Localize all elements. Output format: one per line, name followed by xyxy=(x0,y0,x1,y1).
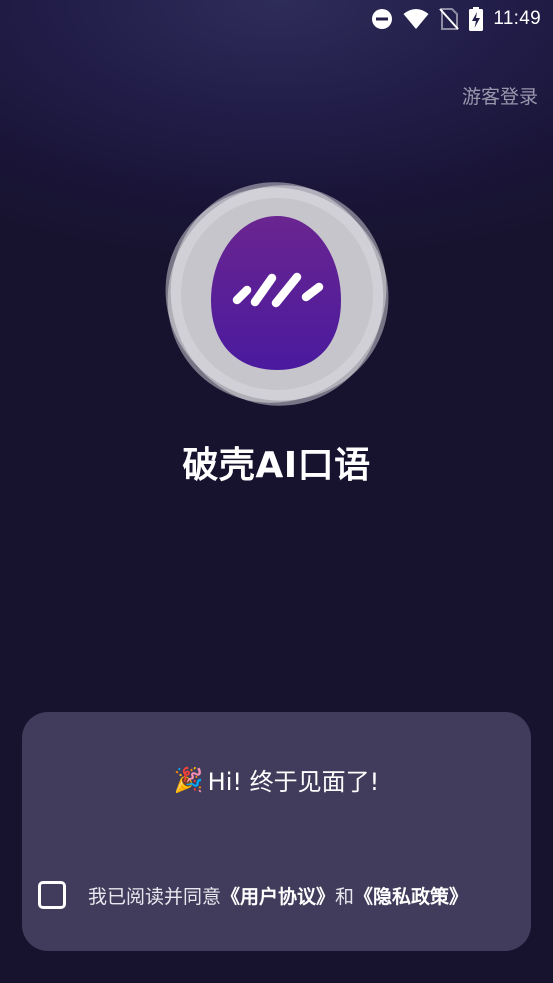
user-agreement-link[interactable]: 《用户协议》 xyxy=(221,886,335,908)
guest-login-button[interactable]: 游客登录 xyxy=(462,82,538,109)
agreement-checkbox[interactable] xyxy=(38,881,66,909)
status-bar: 11:49 xyxy=(0,0,553,38)
welcome-card: 🎉 Hi! 终于见面了! 我已阅读并同意《用户协议》和《隐私政策》 xyxy=(22,712,531,951)
greeting-text: Hi! 终于见面了! xyxy=(207,768,380,796)
wifi-icon xyxy=(403,8,429,30)
agreement-conjunction: 和 xyxy=(335,885,355,908)
egg-wave-logo-icon xyxy=(165,182,389,406)
do-not-disturb-icon xyxy=(371,8,393,30)
greeting: 🎉 Hi! 终于见面了! xyxy=(22,762,531,797)
status-time: 11:49 xyxy=(493,8,541,29)
app-title: 破壳AI口语 xyxy=(182,445,371,486)
app-logo xyxy=(163,180,391,408)
agreement-text: 我已阅读并同意《用户协议》和《隐私政策》 xyxy=(88,882,468,909)
battery-charging-icon xyxy=(469,7,484,31)
agreement-row: 我已阅读并同意《用户协议》和《隐私政策》 xyxy=(38,881,521,909)
agreement-prefix: 我已阅读并同意 xyxy=(88,885,222,908)
no-sim-icon xyxy=(439,8,460,30)
party-popper-icon: 🎉 xyxy=(173,765,204,794)
privacy-policy-link[interactable]: 《隐私政策》 xyxy=(354,886,468,908)
